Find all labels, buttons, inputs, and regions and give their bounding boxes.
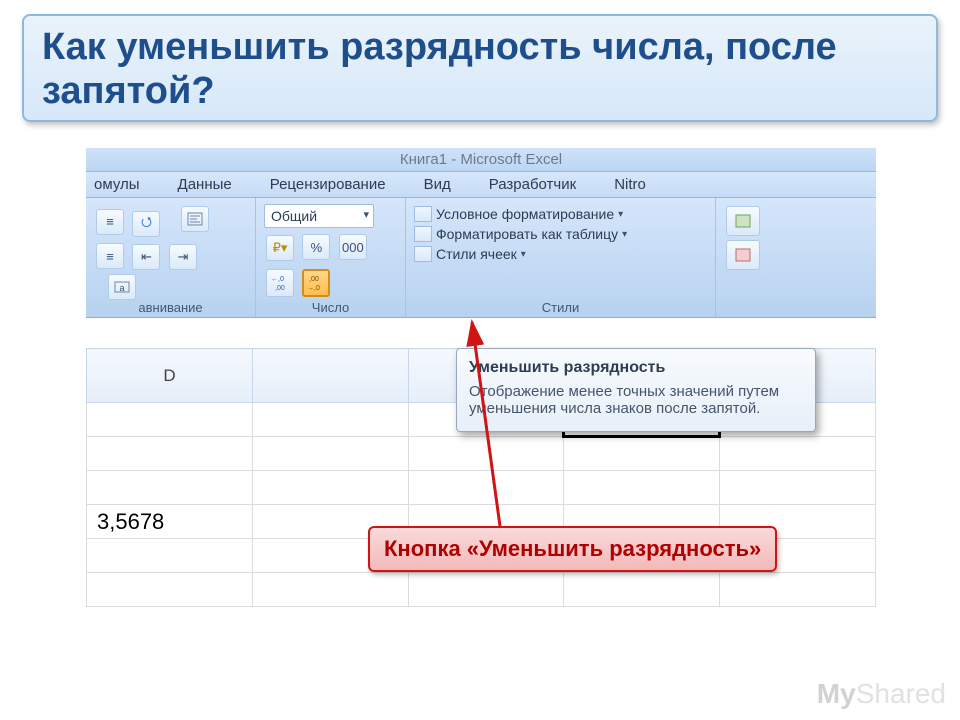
- ribbon: ≡ ⭯ ≡ ⇤ ⇥ a авнивание: [86, 198, 876, 318]
- tooltip-body: Отображение менее точных значений путем …: [469, 383, 803, 417]
- format-as-table-label: Форматировать как таблицу: [436, 226, 618, 242]
- tab-developer[interactable]: Разработчик: [489, 176, 576, 193]
- svg-text:,00: ,00: [309, 276, 319, 283]
- wrap-text-icon[interactable]: [181, 206, 209, 232]
- ribbon-group-styles: Условное форматирование ▾ Форматировать …: [406, 198, 716, 317]
- ribbon-group-cells-partial: [716, 198, 776, 317]
- svg-text:←,0: ←,0: [271, 276, 284, 283]
- conditional-formatting-label: Условное форматирование: [436, 206, 614, 222]
- window-titlebar: Книга1 - Microsoft Excel: [86, 148, 876, 172]
- callout-box: Кнопка «Уменьшить разрядность»: [368, 526, 777, 572]
- format-as-table-button[interactable]: Форматировать как таблицу ▾: [414, 226, 707, 242]
- tab-review[interactable]: Рецензирование: [270, 176, 386, 193]
- window-title: Книга1 - Microsoft Excel: [400, 151, 562, 168]
- orientation-icon[interactable]: ⭯: [132, 211, 160, 237]
- tab-data[interactable]: Данные: [178, 176, 232, 193]
- watermark-rest: Shared: [856, 678, 946, 709]
- conditional-formatting-icon: [414, 206, 432, 222]
- align-top-icon[interactable]: ≡: [96, 209, 124, 235]
- decrease-indent-icon[interactable]: ⇤: [132, 244, 160, 270]
- svg-text:,00: ,00: [275, 285, 285, 292]
- tab-nitro[interactable]: Nitro: [614, 176, 646, 193]
- watermark: MyShared: [817, 678, 946, 710]
- svg-text:→,0: →,0: [307, 285, 320, 292]
- decrease-decimal-button[interactable]: ,00→,0: [302, 269, 330, 297]
- delete-cells-icon[interactable]: [726, 240, 760, 270]
- callout-text: Кнопка «Уменьшить разрядность»: [384, 536, 761, 561]
- ribbon-tabs: омулы Данные Рецензирование Вид Разработ…: [86, 172, 876, 198]
- tab-view[interactable]: Вид: [424, 176, 451, 193]
- conditional-formatting-button[interactable]: Условное форматирование ▾: [414, 206, 707, 222]
- column-header-e[interactable]: [252, 349, 408, 403]
- increase-decimal-button[interactable]: ←,0,00: [266, 269, 294, 297]
- cell-styles-button[interactable]: Стили ячеек ▾: [414, 246, 707, 262]
- number-format-combo[interactable]: Общий: [264, 204, 374, 228]
- tab-formulas-partial[interactable]: омулы: [94, 176, 140, 193]
- tooltip-title: Уменьшить разрядность: [469, 359, 803, 377]
- merge-center-icon[interactable]: a: [108, 274, 136, 300]
- comma-style-icon[interactable]: 000: [339, 234, 367, 260]
- ribbon-group-number: Общий ₽▾ % 000 ←,0,00 ,00→,0 Число: [256, 198, 406, 317]
- table-row: [87, 573, 876, 607]
- cell-styles-label: Стили ячеек: [436, 246, 517, 262]
- group-label-number: Число: [256, 300, 405, 315]
- group-label-alignment: авнивание: [86, 300, 255, 315]
- insert-cells-icon[interactable]: [726, 206, 760, 236]
- watermark-prefix: My: [817, 678, 856, 709]
- group-label-styles: Стили: [406, 300, 715, 315]
- svg-text:a: a: [119, 283, 124, 293]
- ribbon-group-alignment: ≡ ⭯ ≡ ⇤ ⇥ a авнивание: [86, 198, 256, 317]
- cell-with-value[interactable]: 3,5678: [87, 505, 253, 539]
- question-box: Как уменьшить разрядность числа, после з…: [22, 14, 938, 122]
- dropdown-icon: ▾: [622, 229, 627, 240]
- format-as-table-icon: [414, 226, 432, 242]
- tooltip: Уменьшить разрядность Отображение менее …: [456, 348, 816, 432]
- table-row: [87, 437, 876, 471]
- column-header-d[interactable]: D: [87, 349, 253, 403]
- number-format-value: Общий: [271, 208, 317, 224]
- dropdown-icon: ▾: [618, 209, 623, 220]
- question-text: Как уменьшить разрядность числа, после з…: [42, 26, 837, 112]
- percent-format-icon[interactable]: %: [302, 234, 330, 260]
- dropdown-icon: ▾: [521, 249, 526, 260]
- cell-styles-icon: [414, 246, 432, 262]
- table-row: [87, 471, 876, 505]
- align-left-icon[interactable]: ≡: [96, 243, 124, 269]
- accounting-format-icon[interactable]: ₽▾: [266, 235, 294, 261]
- increase-indent-icon[interactable]: ⇥: [169, 244, 197, 270]
